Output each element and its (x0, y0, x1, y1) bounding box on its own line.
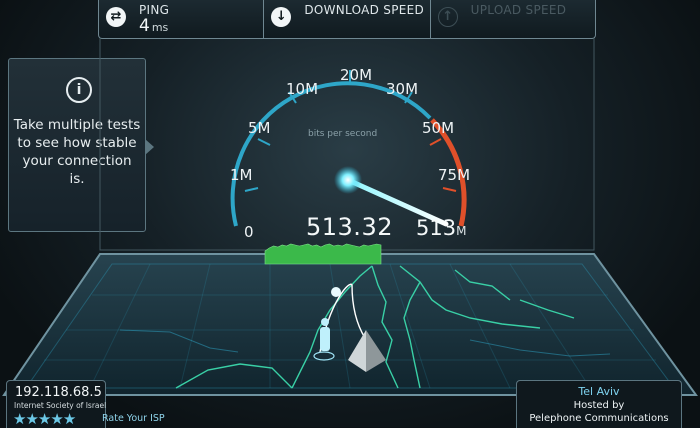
rating-star-icon[interactable]: ★ (13, 410, 26, 428)
needle-hub (334, 166, 362, 194)
tick-label-10m: 10M (286, 80, 318, 98)
client-ip: 192.118.68.5 (15, 385, 102, 400)
tick-label-75m: 75M (438, 166, 470, 184)
gauge-unit-label: bits per second (308, 129, 378, 139)
tick-label-50m: 50M (422, 119, 454, 137)
needle-value: 513M (416, 216, 467, 240)
server-info-box[interactable]: Tel Aviv Hosted by Pelephone Communicati… (516, 380, 682, 428)
rating-star-icon[interactable]: ★ (50, 410, 63, 428)
speed-readout: 513.32 (306, 213, 393, 241)
rating-star-icon[interactable]: ★ (38, 410, 51, 428)
tick-label-1m: 1M (230, 166, 253, 184)
tick-label-5m: 5M (248, 119, 271, 137)
tick-label-30m: 30M (386, 80, 418, 98)
server-hosted-label: Hosted by (573, 400, 625, 411)
speed-graph (264, 243, 382, 265)
isp-rating-stars[interactable]: ★★★★★ (13, 410, 76, 428)
rating-star-icon[interactable]: ★ (25, 410, 38, 428)
client-isp: Internet Society of Israel (14, 401, 107, 410)
connection-node (331, 287, 341, 297)
rate-isp-link[interactable]: Rate Your ISP (102, 413, 165, 424)
server-host: Pelephone Communications (529, 413, 669, 424)
speedtest-stage: ⇄ PING 4 ms ↓ DOWNLOAD SPEED ↑ UPLOAD SPE… (0, 0, 700, 428)
tick-label-0: 0 (244, 223, 254, 241)
server-city: Tel Aviv (578, 385, 620, 398)
rating-star-icon[interactable]: ★ (63, 410, 76, 428)
tick-label-20m: 20M (340, 66, 372, 84)
map-table (2, 253, 698, 396)
client-info-box: 192.118.68.5 Internet Society of Israel … (6, 380, 106, 428)
